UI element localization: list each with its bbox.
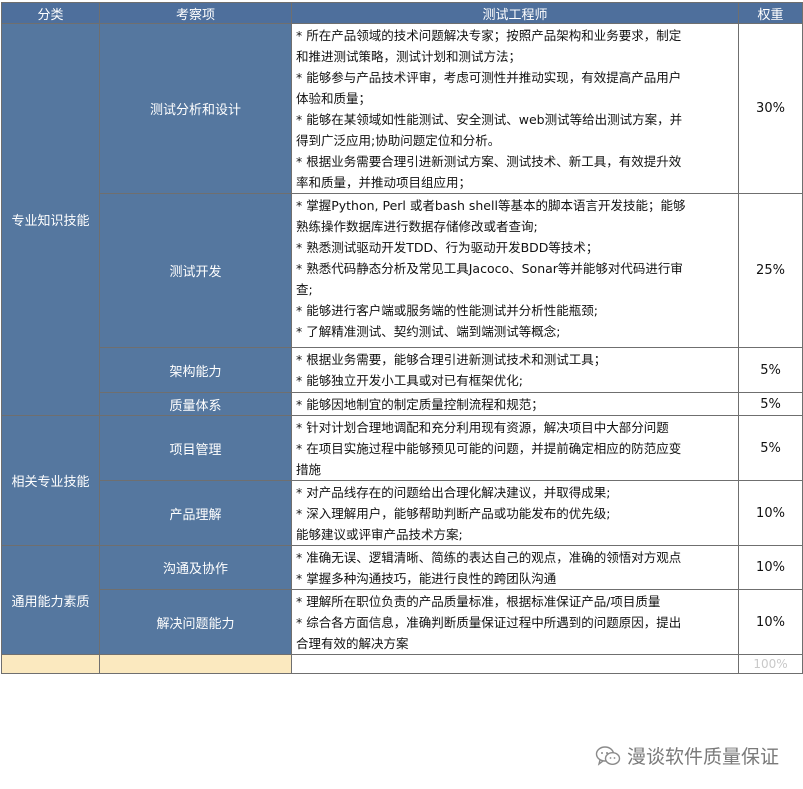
weight-cell: 10% bbox=[738, 545, 803, 590]
table-row: 架构能力 * 根据业务需要，能够合理引进新测试技术和测试工具； * 能够独立开发… bbox=[2, 347, 803, 393]
description-line: * 能够参与产品技术评审，考虑可测性并推动实现，有效提高产品用户 bbox=[296, 70, 682, 85]
table-row: 产品理解 * 对产品线存在的问题给出合理化解决建议，并取得成果; * 深入理解用… bbox=[2, 480, 803, 546]
table-row: 质量体系 * 能够因地制宜的制定质量控制流程和规范； 5% bbox=[2, 392, 803, 416]
wechat-icon bbox=[595, 745, 621, 766]
description-line: 和推进测试策略，测试计划和测试方法； bbox=[296, 49, 522, 64]
total-weight: 100% bbox=[738, 654, 803, 674]
description-line: * 深入理解用户，能够帮助判断产品或功能发布的优先级; bbox=[296, 506, 611, 521]
description-cell: * 掌握Python, Perl 或者bash shell等基本的脚本语言开发技… bbox=[291, 193, 739, 348]
description-line: * 根据业务需要合理引进新测试方案、测试技术、新工具，有效提升效 bbox=[296, 154, 682, 169]
watermark: 漫谈软件质量保证 bbox=[595, 742, 779, 769]
description-line: 措施 bbox=[296, 462, 322, 477]
description-line: 合理有效的解决方案 bbox=[296, 636, 409, 651]
item-problem-solving: 解决问题能力 bbox=[99, 589, 292, 655]
description-line: 得到广泛应用;协助问题定位和分析。 bbox=[296, 133, 501, 148]
header-item: 考察项 bbox=[99, 2, 292, 24]
item-architecture: 架构能力 bbox=[99, 347, 292, 393]
item-project-management: 项目管理 bbox=[99, 415, 292, 481]
description-line: * 熟悉代码静态分析及常见工具Jacoco、Sonar等并能够对代码进行审 bbox=[296, 261, 683, 276]
description-line: 率和质量，并推动项目组应用； bbox=[296, 175, 472, 190]
description-cell: * 能够因地制宜的制定质量控制流程和规范； bbox=[291, 392, 739, 416]
competency-table: 分类 考察项 测试工程师 权重 专业知识技能 测试分析和设计 * 所在产品领域的… bbox=[1, 2, 803, 674]
weight-cell: 10% bbox=[738, 480, 803, 546]
total-item-cell bbox=[99, 654, 292, 674]
description-line: * 根据业务需要，能够合理引进新测试技术和测试工具； bbox=[296, 352, 607, 367]
weight-cell: 5% bbox=[738, 392, 803, 416]
description-line: * 能够独立开发小工具或对已有框架优化; bbox=[296, 373, 523, 388]
description-line: * 准确无误、逻辑清晰、简练的表达自己的观点，准确的领悟对方观点 bbox=[296, 550, 682, 565]
description-line: * 掌握Python, Perl 或者bash shell等基本的脚本语言开发技… bbox=[296, 198, 686, 213]
weight-cell: 5% bbox=[738, 347, 803, 393]
description-line: * 了解精准测试、契约测试、端到端测试等概念; bbox=[296, 324, 561, 339]
weight-cell: 30% bbox=[738, 23, 803, 194]
table-row: 专业知识技能 测试分析和设计 * 所在产品领域的技术问题解决专家；按照产品架构和… bbox=[1, 23, 803, 416]
item-communication: 沟通及协作 bbox=[99, 545, 292, 590]
description-cell: * 准确无误、逻辑清晰、简练的表达自己的观点，准确的领悟对方观点 * 掌握多种沟… bbox=[291, 545, 739, 590]
group-professional-knowledge: 专业知识技能 bbox=[1, 23, 100, 416]
description-line: * 能够在某领域如性能测试、安全测试、web测试等给出测试方案，并 bbox=[296, 112, 683, 127]
header-category: 分类 bbox=[1, 2, 100, 24]
item-product-understanding: 产品理解 bbox=[99, 480, 292, 546]
item-test-analysis-design: 测试分析和设计 bbox=[99, 23, 292, 194]
description-line: * 理解所在职位负责的产品质量标准，根据标准保证产品/项目质量 bbox=[296, 594, 661, 609]
table-row: 相关专业技能 项目管理 * 针对计划合理地调配和充分利用现有资源，解决项目中大部… bbox=[1, 415, 803, 546]
group-general-abilities: 通用能力素质 bbox=[1, 545, 100, 655]
item-test-development: 测试开发 bbox=[99, 193, 292, 348]
description-line: * 综合各方面信息，准确判断质量保证过程中所遇到的问题原因，提出 bbox=[296, 615, 682, 630]
description-line: * 对产品线存在的问题给出合理化解决建议，并取得成果; bbox=[296, 485, 611, 500]
description-line: * 所在产品领域的技术问题解决专家；按照产品架构和业务要求，制定 bbox=[296, 28, 682, 43]
description-line: * 能够进行客户端或服务端的性能测试并分析性能瓶颈; bbox=[296, 303, 598, 318]
header-row: 分类 考察项 测试工程师 权重 bbox=[1, 2, 803, 24]
weight-cell: 10% bbox=[738, 589, 803, 655]
description-cell: * 对产品线存在的问题给出合理化解决建议，并取得成果; * 深入理解用户，能够帮… bbox=[291, 480, 739, 546]
description-cell: * 所在产品领域的技术问题解决专家；按照产品架构和业务要求，制定 和推进测试策略… bbox=[291, 23, 739, 194]
group-related-skills: 相关专业技能 bbox=[1, 415, 100, 546]
table-row: 测试开发 * 掌握Python, Perl 或者bash shell等基本的脚本… bbox=[2, 193, 803, 348]
description-line: 熟练操作数据库进行数据存储修改或者查询; bbox=[296, 219, 538, 234]
weight-cell: 5% bbox=[738, 415, 803, 481]
header-weight: 权重 bbox=[738, 2, 803, 24]
table-row: 解决问题能力 * 理解所在职位负责的产品质量标准，根据标准保证产品/项目质量 *… bbox=[2, 589, 803, 655]
total-row: 100% bbox=[1, 654, 803, 674]
description-cell: * 理解所在职位负责的产品质量标准，根据标准保证产品/项目质量 * 综合各方面信… bbox=[291, 589, 739, 655]
description-cell: * 针对计划合理地调配和充分利用现有资源，解决项目中大部分问题 * 在项目实施过… bbox=[291, 415, 739, 481]
description-line: * 熟悉测试驱动开发TDD、行为驱动开发BDD等技术； bbox=[296, 240, 599, 255]
table-row: 通用能力素质 沟通及协作 * 准确无误、逻辑清晰、简练的表达自己的观点，准确的领… bbox=[1, 545, 803, 655]
description-line: * 在项目实施过程中能够预见可能的问题，并提前确定相应的防范应变 bbox=[296, 441, 682, 456]
total-category-cell bbox=[1, 654, 100, 674]
description-line: * 能够因地制宜的制定质量控制流程和规范； bbox=[296, 397, 544, 412]
total-description-cell bbox=[291, 654, 739, 674]
watermark-text: 漫谈软件质量保证 bbox=[626, 746, 779, 768]
description-line: 查; bbox=[296, 282, 313, 297]
item-quality-system: 质量体系 bbox=[99, 392, 292, 416]
header-description: 测试工程师 bbox=[291, 2, 739, 24]
description-cell: * 根据业务需要，能够合理引进新测试技术和测试工具； * 能够独立开发小工具或对… bbox=[291, 347, 739, 393]
description-line: 体验和质量； bbox=[296, 91, 372, 106]
description-line: * 掌握多种沟通技巧，能进行良性的跨团队沟通 bbox=[296, 571, 557, 586]
weight-cell: 25% bbox=[738, 193, 803, 348]
description-line: * 针对计划合理地调配和充分利用现有资源，解决项目中大部分问题 bbox=[296, 420, 669, 435]
description-line: 能够建议或评审产品技术方案; bbox=[296, 527, 463, 542]
